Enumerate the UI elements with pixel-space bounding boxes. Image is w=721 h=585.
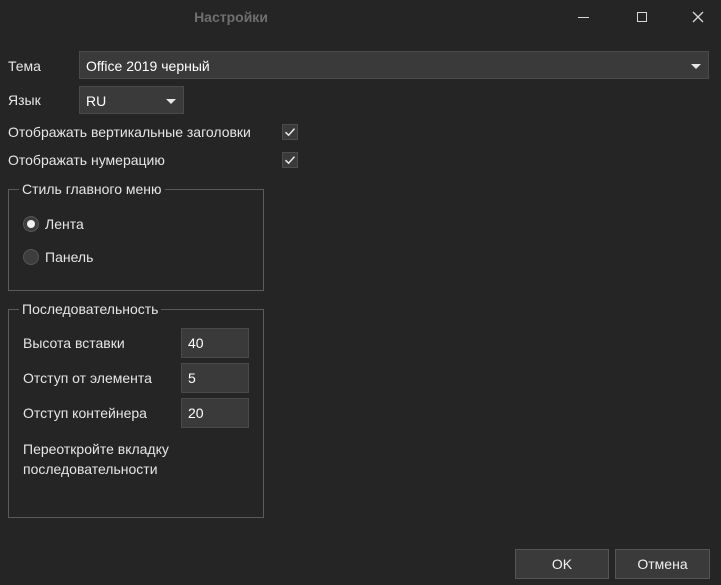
ok-button[interactable]: OK [515,549,609,579]
cancel-button[interactable]: Отмена [615,549,710,579]
maximize-icon [637,12,647,22]
language-dropdown-value: RU [86,93,107,109]
vertical-headers-label: Отображать вертикальные заголовки [8,124,251,140]
theme-label: Тема [8,58,41,74]
language-dropdown[interactable]: RU [79,86,184,114]
checkmark-icon [284,156,296,165]
numbering-checkbox[interactable] [282,152,298,168]
radio-panel[interactable] [23,249,39,265]
chevron-down-icon [691,64,701,69]
sequence-note: Переоткройте вкладку последовательности [23,441,169,477]
menu-style-group [8,189,264,291]
radio-ribbon[interactable] [23,216,39,232]
insert-height-label: Высота вставки [23,335,125,351]
close-button[interactable] [675,0,721,34]
close-icon [692,11,704,23]
menu-style-title: Стиль главного меню [19,181,165,197]
radio-ribbon-label[interactable]: Лента [45,216,84,232]
theme-dropdown-value: Office 2019 черный [86,58,210,74]
chevron-down-icon [166,99,176,104]
container-offset-label: Отступ контейнера [23,405,147,421]
element-offset-value: 5 [188,370,196,386]
checkmark-icon [284,128,296,137]
theme-dropdown[interactable]: Office 2019 черный [79,51,709,79]
minimize-icon [577,16,589,18]
title-bar: Настройки [0,0,721,34]
vertical-headers-checkbox[interactable] [282,124,298,140]
language-label: Язык [8,92,41,108]
numbering-label: Отображать нумерацию [8,152,165,168]
sequence-title: Последовательность [19,301,162,317]
container-offset-value: 20 [188,405,204,421]
window-title: Настройки [194,9,268,25]
element-offset-input[interactable]: 5 [181,363,249,393]
radio-panel-label[interactable]: Панель [45,249,93,265]
maximize-button[interactable] [619,0,665,34]
element-offset-label: Отступ от элемента [23,370,152,386]
minimize-button[interactable] [560,0,606,34]
insert-height-value: 40 [188,335,204,351]
insert-height-input[interactable]: 40 [181,328,249,358]
container-offset-input[interactable]: 20 [181,398,249,428]
